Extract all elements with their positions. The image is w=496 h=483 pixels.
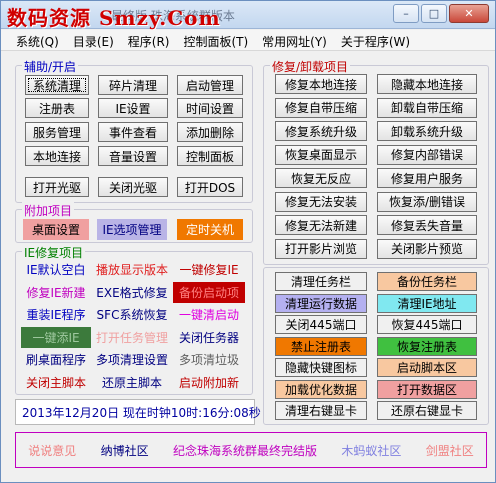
watermark-logo: 数码资源 Smzy.Com bbox=[7, 6, 221, 30]
repair-item-button[interactable]: 修复内部错误 bbox=[377, 144, 477, 165]
ie-repair-item[interactable]: 一键添IE bbox=[21, 326, 91, 348]
ie-settings-button[interactable]: IE设置 bbox=[98, 98, 168, 118]
ie-repair-item[interactable]: IE默认空白 bbox=[21, 259, 91, 280]
menu-programs[interactable]: 程序(R) bbox=[121, 30, 177, 50]
ie-repair-item[interactable]: 重装IE程序 bbox=[21, 304, 91, 325]
open-drive-button[interactable]: 打开光驱 bbox=[25, 177, 89, 197]
local-connection-button[interactable]: 本地连接 bbox=[25, 146, 89, 166]
ie-options-button[interactable]: IE选项管理 bbox=[97, 219, 167, 240]
menu-about[interactable]: 关于程序(W) bbox=[334, 30, 417, 50]
backup-item-button[interactable]: 清理IE地址 bbox=[377, 293, 477, 313]
backup-item-button[interactable]: 禁止注册表 bbox=[275, 336, 367, 356]
extra-group-title: 附加项目 bbox=[22, 202, 75, 219]
clock-display: 2013年12月20日 现在时钟10时:16分:08秒 bbox=[15, 399, 261, 425]
repair-item-button[interactable]: 修复用户服务 bbox=[377, 168, 477, 188]
repair-group-title: 修复/卸载项目 bbox=[270, 58, 351, 75]
backup-item-button[interactable]: 恢复注册表 bbox=[377, 336, 477, 356]
registry-button[interactable]: 注册表 bbox=[25, 98, 89, 118]
startup-manager-button[interactable]: 启动管理 bbox=[177, 75, 243, 95]
repair-group: 修复/卸载项目 bbox=[263, 58, 489, 265]
backup-item-button[interactable]: 隐藏快键图标 bbox=[275, 358, 367, 377]
ie-repair-item[interactable]: SFC系统恢复 bbox=[95, 304, 169, 325]
menu-common-sites[interactable]: 常用网址(Y) bbox=[255, 30, 334, 50]
backup-item-button[interactable]: 恢复445端口 bbox=[377, 315, 477, 334]
backup-item-button[interactable]: 清理运行数据 bbox=[275, 293, 367, 313]
event-viewer-button[interactable]: 事件查看 bbox=[98, 122, 168, 142]
service-manager-button[interactable]: 服务管理 bbox=[25, 122, 89, 142]
repair-item-button[interactable]: 修复系统升级 bbox=[275, 121, 367, 141]
minimize-button[interactable]: – bbox=[393, 4, 419, 23]
defrag-button[interactable]: 碎片清理 bbox=[98, 75, 168, 95]
ie-repair-item[interactable]: 修复IE新建 bbox=[21, 281, 91, 303]
repair-item-button[interactable]: 卸载系统升级 bbox=[377, 121, 477, 141]
volume-settings-button[interactable]: 音量设置 bbox=[98, 146, 168, 166]
repair-item-button[interactable]: 修复自带压缩 bbox=[275, 97, 367, 118]
ie-repair-item[interactable]: EXE格式修复 bbox=[95, 281, 169, 303]
repair-item-button[interactable]: 打开影片浏览 bbox=[275, 238, 367, 259]
menu-system[interactable]: 系统(Q) bbox=[9, 30, 66, 50]
time-settings-button[interactable]: 时间设置 bbox=[177, 98, 243, 118]
backup-item-button[interactable]: 打开数据区 bbox=[377, 379, 477, 399]
ie-repair-item[interactable]: 打开任务管理 bbox=[95, 326, 169, 348]
close-button[interactable]: ✕ bbox=[449, 4, 489, 23]
ie-repair-item[interactable]: 启动附加新 bbox=[173, 371, 245, 393]
backup-item-button[interactable]: 清理右键显卡 bbox=[275, 401, 367, 420]
backup-item-button[interactable]: 启动脚本区 bbox=[377, 358, 477, 377]
memorial-edition-link[interactable]: 纪念珠海系统群最终完结版 bbox=[173, 442, 317, 459]
repair-item-button[interactable]: 修复无法安装 bbox=[275, 191, 367, 212]
desktop-settings-button[interactable]: 桌面设置 bbox=[23, 219, 89, 240]
add-remove-button[interactable]: 添加删除 bbox=[177, 122, 243, 142]
backup-item-button[interactable]: 备份任务栏 bbox=[377, 272, 477, 291]
ie-repair-item[interactable]: 多项清理设置 bbox=[95, 349, 169, 370]
menu-bar: 系统(Q) 目录(E) 程序(R) 控制面板(T) 常用网址(Y) 关于程序(W… bbox=[1, 30, 495, 51]
control-panel-button[interactable]: 控制面板 bbox=[177, 146, 243, 166]
ie-repair-item[interactable]: 刷桌面程序 bbox=[21, 349, 91, 370]
ie-repair-item[interactable]: 一键清启动 bbox=[173, 304, 245, 325]
repair-item-button[interactable]: 修复本地连接 bbox=[275, 74, 367, 94]
close-drive-button[interactable]: 关闭光驱 bbox=[98, 177, 168, 197]
repair-item-button[interactable]: 修复无法新建 bbox=[275, 215, 367, 235]
ie-repair-item[interactable]: 关闭主脚本 bbox=[21, 371, 91, 393]
maximize-button[interactable]: □ bbox=[421, 4, 447, 23]
title-bar[interactable]: 最终版 珠海系统群版本 数码资源 Smzy.Com – □ ✕ bbox=[1, 1, 495, 30]
system-clean-button[interactable]: 系统清理 bbox=[25, 75, 89, 95]
menu-directory[interactable]: 目录(E) bbox=[66, 30, 121, 50]
scheduled-shutdown-button[interactable]: 定时关机 bbox=[177, 219, 243, 240]
repair-item-button[interactable]: 修复丢失音量 bbox=[377, 215, 477, 235]
ie-repair-item[interactable]: 备份启动项 bbox=[173, 281, 245, 303]
assist-group-title: 辅助/开启 bbox=[22, 58, 79, 75]
mumayi-community-link[interactable]: 木蚂蚁社区 bbox=[341, 442, 401, 459]
ie-repair-item[interactable]: 播放显示版本 bbox=[95, 259, 169, 280]
backup-item-button[interactable]: 还原右键显卡 bbox=[377, 401, 477, 420]
window-controls: – □ ✕ bbox=[393, 4, 489, 23]
repair-item-button[interactable]: 卸载自带压缩 bbox=[377, 97, 477, 118]
backup-item-button[interactable]: 关闭445端口 bbox=[275, 315, 367, 334]
app-window: 最终版 珠海系统群版本 数码资源 Smzy.Com – □ ✕ 系统(Q) 目录… bbox=[0, 0, 496, 483]
jianmeng-community-link[interactable]: 剑盟社区 bbox=[426, 442, 474, 459]
feedback-link[interactable]: 说说意见 bbox=[28, 442, 76, 459]
repair-item-button[interactable]: 恢复桌面显示 bbox=[275, 144, 367, 165]
backup-item-button[interactable]: 清理任务栏 bbox=[275, 272, 367, 291]
ie-repair-item[interactable]: 关闭任务器 bbox=[173, 326, 245, 348]
repair-item-button[interactable]: 关闭影片预览 bbox=[377, 238, 477, 259]
nabo-community-link[interactable]: 纳博社区 bbox=[101, 442, 149, 459]
repair-item-button[interactable]: 恢复无反应 bbox=[275, 168, 367, 188]
footer-links: 说说意见 纳博社区 纪念珠海系统群最终完结版 木蚂蚁社区 剑盟社区 bbox=[15, 432, 487, 468]
open-dos-button[interactable]: 打开DOS bbox=[177, 177, 243, 197]
ie-repair-item[interactable]: 多项清垃圾 bbox=[173, 349, 245, 370]
menu-control-panel[interactable]: 控制面板(T) bbox=[176, 30, 255, 50]
repair-item-button[interactable]: 隐藏本地连接 bbox=[377, 74, 477, 94]
backup-item-button[interactable]: 加载优化数据 bbox=[275, 379, 367, 399]
ie-repair-item[interactable]: 还原主脚本 bbox=[95, 371, 169, 393]
ie-repair-item[interactable]: 一键修复IE bbox=[173, 259, 245, 280]
repair-item-button[interactable]: 恢复添/删错误 bbox=[377, 191, 477, 212]
